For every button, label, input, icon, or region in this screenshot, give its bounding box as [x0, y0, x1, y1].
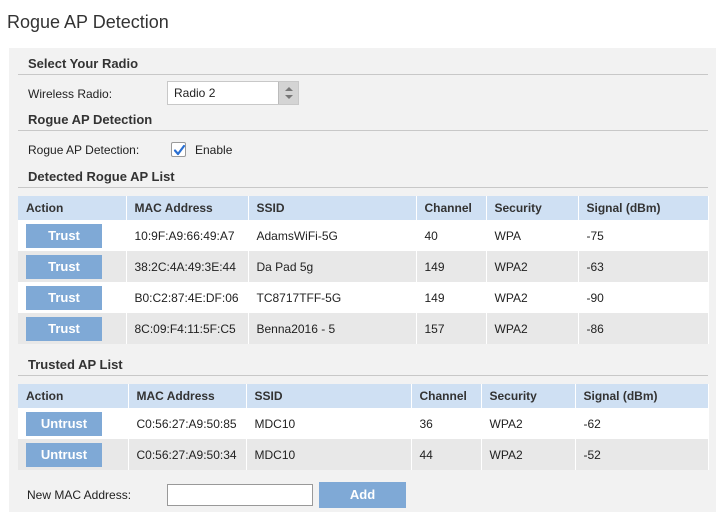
col-security: Security: [481, 384, 576, 408]
col-channel: Channel: [411, 384, 482, 408]
untrust-button[interactable]: Untrust: [26, 442, 102, 467]
col-mac: MAC Address: [128, 384, 247, 408]
section-heading-detection: Rogue AP Detection: [18, 111, 708, 131]
table-row: Trust 38:2C:4A:49:3E:44 Da Pad 5g 149 WP…: [18, 251, 709, 282]
col-ssid: SSID: [248, 196, 417, 220]
section-heading-trusted-list: Trusted AP List: [18, 356, 708, 376]
signal-cell: -62: [575, 408, 709, 439]
trust-button[interactable]: Trust: [26, 316, 102, 341]
trust-button[interactable]: Trust: [26, 254, 102, 279]
signal-cell: -90: [578, 282, 709, 313]
ssid-cell: MDC10: [246, 439, 412, 470]
enable-label: Enable: [195, 143, 233, 157]
add-button[interactable]: Add: [319, 482, 406, 508]
table-row: Untrust C0:56:27:A9:50:85 MDC10 36 WPA2 …: [18, 408, 709, 439]
new-mac-label: New MAC Address:: [27, 488, 132, 502]
table-header-row: Action MAC Address SSID Channel Security…: [18, 196, 709, 220]
channel-cell: 157: [416, 313, 487, 344]
table-row: Trust 8C:09:F4:11:5F:C5 Benna2016 - 5 15…: [18, 313, 709, 344]
mac-cell: B0:C2:87:4E:DF:06: [126, 282, 249, 313]
security-cell: WPA2: [486, 313, 579, 344]
channel-cell: 36: [411, 408, 482, 439]
channel-cell: 149: [416, 282, 487, 313]
security-cell: WPA2: [481, 408, 576, 439]
mac-cell: C0:56:27:A9:50:34: [128, 439, 247, 470]
security-cell: WPA2: [486, 251, 579, 282]
wireless-radio-value: Radio 2: [174, 86, 216, 100]
section-heading-rogue-list: Detected Rogue AP List: [18, 168, 708, 188]
signal-cell: -86: [578, 313, 709, 344]
trust-button[interactable]: Trust: [26, 285, 102, 310]
ssid-cell: Da Pad 5g: [248, 251, 417, 282]
col-mac: MAC Address: [126, 196, 249, 220]
ssid-cell: MDC10: [246, 408, 412, 439]
col-channel: Channel: [416, 196, 487, 220]
mac-cell: 8C:09:F4:11:5F:C5: [126, 313, 249, 344]
col-security: Security: [486, 196, 579, 220]
security-cell: WPA: [486, 220, 579, 251]
col-action: Action: [18, 196, 127, 220]
new-mac-input[interactable]: [167, 484, 313, 506]
select-updown-icon: [278, 82, 298, 104]
checkmark-icon: [173, 144, 186, 156]
enable-detection-checkbox[interactable]: [171, 142, 186, 157]
channel-cell: 149: [416, 251, 487, 282]
security-cell: WPA2: [481, 439, 576, 470]
page-title: Rogue AP Detection: [7, 12, 169, 32]
table-row: Untrust C0:56:27:A9:50:34 MDC10 44 WPA2 …: [18, 439, 709, 470]
table-row: Trust B0:C2:87:4E:DF:06 TC8717TFF-5G 149…: [18, 282, 709, 313]
ssid-cell: Benna2016 - 5: [248, 313, 417, 344]
col-signal: Signal (dBm): [575, 384, 709, 408]
table-header-row: Action MAC Address SSID Channel Security…: [18, 384, 709, 408]
ssid-cell: TC8717TFF-5G: [248, 282, 417, 313]
wireless-radio-select[interactable]: Radio 2: [167, 81, 299, 105]
channel-cell: 40: [416, 220, 487, 251]
security-cell: WPA2: [486, 282, 579, 313]
rogue-detection-label: Rogue AP Detection:: [28, 143, 140, 157]
ssid-cell: AdamsWiFi-5G: [248, 220, 417, 251]
section-heading-radio: Select Your Radio: [18, 55, 708, 75]
untrust-button[interactable]: Untrust: [26, 411, 102, 436]
trust-button[interactable]: Trust: [26, 223, 102, 248]
col-signal: Signal (dBm): [578, 196, 709, 220]
signal-cell: -75: [578, 220, 709, 251]
wireless-radio-label: Wireless Radio:: [28, 87, 113, 101]
signal-cell: -52: [575, 439, 709, 470]
channel-cell: 44: [411, 439, 482, 470]
col-action: Action: [18, 384, 129, 408]
col-ssid: SSID: [246, 384, 412, 408]
mac-cell: C0:56:27:A9:50:85: [128, 408, 247, 439]
mac-cell: 10:9F:A9:66:49:A7: [126, 220, 249, 251]
trusted-ap-table: Action MAC Address SSID Channel Security…: [18, 384, 709, 470]
table-row: Trust 10:9F:A9:66:49:A7 AdamsWiFi-5G 40 …: [18, 220, 709, 251]
mac-cell: 38:2C:4A:49:3E:44: [126, 251, 249, 282]
signal-cell: -63: [578, 251, 709, 282]
rogue-ap-table: Action MAC Address SSID Channel Security…: [18, 196, 709, 344]
